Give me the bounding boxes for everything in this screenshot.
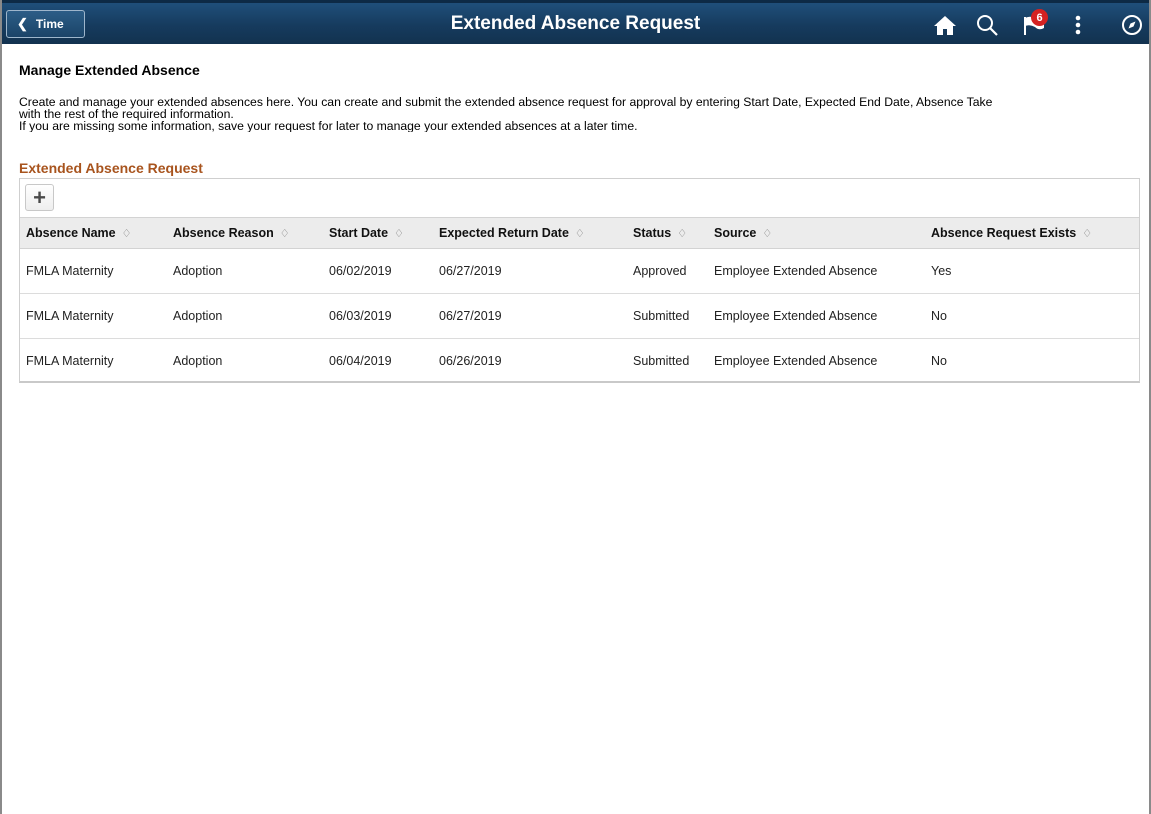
cell-absence-request-exists: No [931, 354, 947, 368]
flag-icon[interactable]: 6 [1015, 9, 1055, 38]
page-description: Create and manage your extended absences… [19, 96, 1144, 132]
cell-source: Employee Extended Absence [714, 309, 878, 323]
column-label: Absence Reason [173, 226, 274, 240]
table-row[interactable]: FMLA Maternity Adoption 06/04/2019 06/26… [20, 339, 1139, 384]
grid-title: Extended Absence Request [19, 160, 203, 176]
column-label: Absence Request Exists [931, 226, 1077, 240]
cell-absence-reason: Adoption [173, 309, 223, 323]
cell-absence-name: FMLA Maternity [26, 354, 114, 368]
cell-absence-name: FMLA Maternity [26, 264, 114, 278]
chevron-left-icon: ❮ [17, 16, 28, 31]
more-options-icon[interactable] [1068, 12, 1088, 38]
column-label: Start Date [329, 226, 389, 240]
column-label: Source [714, 226, 757, 240]
column-header-source[interactable]: Source ♢ [714, 218, 772, 248]
navbar-icon[interactable] [1119, 12, 1145, 38]
column-header-expected-return-date[interactable]: Expected Return Date ♢ [439, 218, 585, 248]
cell-absence-reason: Adoption [173, 264, 223, 278]
cell-start-date: 06/02/2019 [329, 264, 392, 278]
column-header-absence-name[interactable]: Absence Name ♢ [26, 218, 132, 248]
cell-absence-reason: Adoption [173, 354, 223, 368]
table-row[interactable]: FMLA Maternity Adoption 06/02/2019 06/27… [20, 249, 1139, 294]
cell-status: Submitted [633, 309, 690, 323]
cell-start-date: 06/03/2019 [329, 309, 392, 323]
page-title: Manage Extended Absence [19, 62, 200, 78]
search-icon[interactable] [972, 12, 1002, 38]
column-header-start-date[interactable]: Start Date ♢ [329, 218, 404, 248]
cell-start-date: 06/04/2019 [329, 354, 392, 368]
description-line: If you are missing some information, sav… [19, 119, 638, 132]
sort-icon: ♢ [677, 227, 688, 240]
banner: ❮ Time Extended Absence Request 6 [2, 0, 1149, 44]
column-header-status[interactable]: Status ♢ [633, 218, 687, 248]
cell-expected-return-date: 06/26/2019 [439, 354, 502, 368]
cell-expected-return-date: 06/27/2019 [439, 264, 502, 278]
back-button[interactable]: ❮ Time [6, 10, 85, 38]
column-label: Absence Name [26, 226, 116, 240]
cell-status: Approved [633, 264, 687, 278]
home-icon[interactable] [930, 12, 960, 38]
cell-status: Submitted [633, 354, 690, 368]
grid-header: Absence Name ♢ Absence Reason ♢ Start Date… [20, 217, 1139, 249]
table-row[interactable]: FMLA Maternity Adoption 06/03/2019 06/27… [20, 294, 1139, 339]
column-label: Expected Return Date [439, 226, 569, 240]
cell-absence-request-exists: Yes [931, 264, 952, 278]
back-button-label: Time [35, 17, 64, 31]
left-border [0, 0, 2, 814]
sort-icon: ♢ [121, 227, 132, 240]
add-row-button[interactable]: + [25, 184, 54, 211]
notification-badge: 6 [1031, 9, 1048, 26]
sort-icon: ♢ [394, 227, 404, 240]
sort-icon: ♢ [574, 227, 585, 240]
column-header-absence-reason[interactable]: Absence Reason ♢ [173, 218, 290, 248]
cell-source: Employee Extended Absence [714, 264, 878, 278]
extended-absence-grid: + Absence Name ♢ Absence Reason ♢ Start Da… [19, 178, 1140, 383]
cell-expected-return-date: 06/27/2019 [439, 309, 502, 323]
cell-absence-name: FMLA Maternity [26, 309, 114, 323]
column-label: Status [633, 226, 672, 240]
sort-icon: ♢ [279, 227, 290, 240]
cell-absence-request-exists: No [931, 309, 947, 323]
sort-icon: ♢ [1082, 227, 1093, 240]
cell-source: Employee Extended Absence [714, 354, 878, 368]
column-header-absence-request-exists[interactable]: Absence Request Exists ♢ [931, 218, 1092, 248]
sort-icon: ♢ [762, 227, 773, 240]
